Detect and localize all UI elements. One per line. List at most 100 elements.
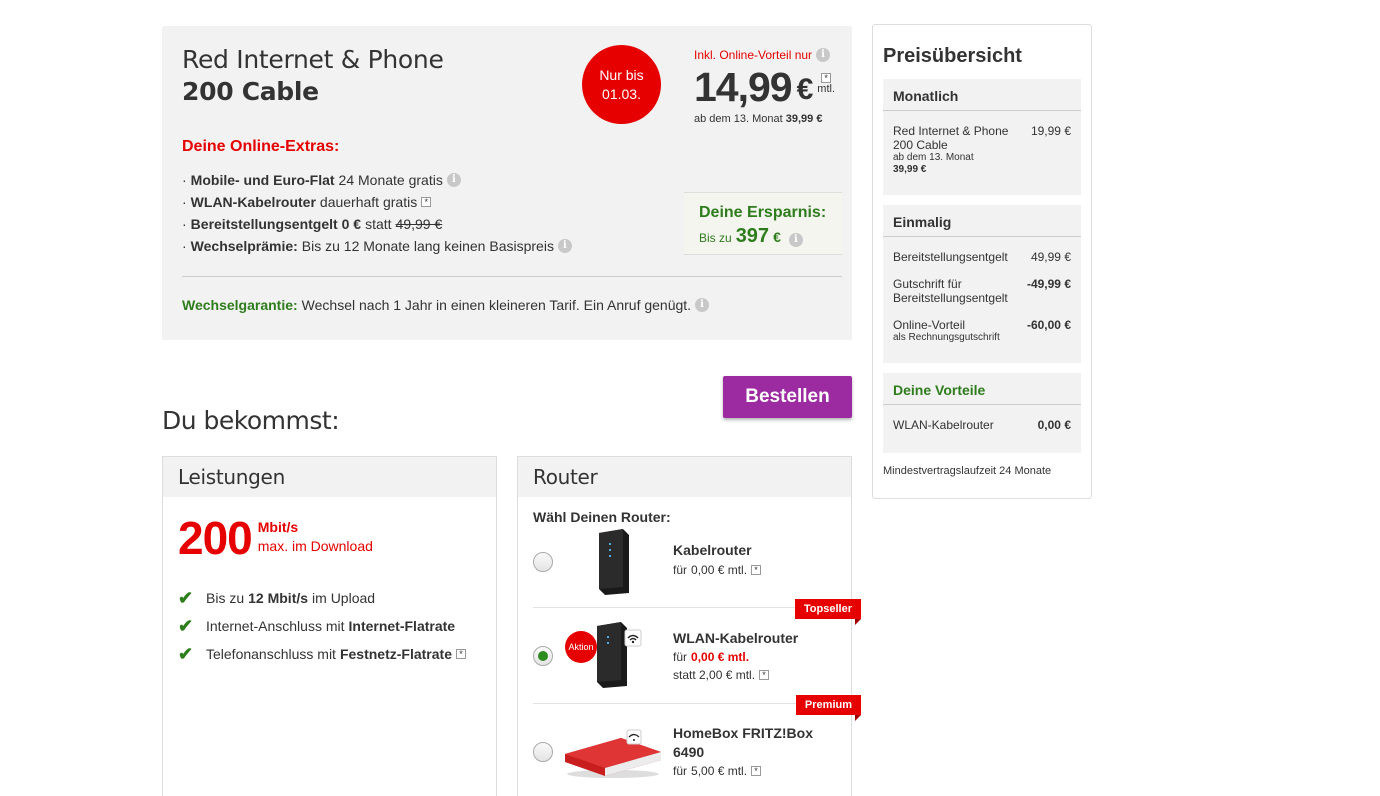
onetime-row-label: Gutschrift für Bereitstellungsentgelt	[893, 277, 1023, 305]
offer-card: Red Internet & Phone 200 Cable Nur bis 0…	[162, 26, 852, 340]
leistungen-card: Leistungen 200 Mbit/s max. im Download ✔…	[162, 456, 497, 796]
router-option-wlan-kabelrouter[interactable]: Topseller Aktion WLAN-Kabelrouter für 0,…	[533, 599, 862, 703]
router-price: für 0,00 € mtl.	[673, 648, 749, 666]
monthly-item-sub-value-text: 39,99 €	[893, 164, 927, 175]
benefits-head: Deine Vorteile	[883, 373, 1081, 405]
guarantee: Wechselgarantie: Wechsel nach 1 Jahr in …	[182, 297, 710, 313]
feature-bold: Festnetz-Flatrate	[339, 646, 452, 662]
speed-display: 200 Mbit/s max. im Download	[178, 513, 373, 563]
benefits-row-value: 0,00 €	[1037, 418, 1071, 432]
footnote-star-icon[interactable]: *	[751, 766, 762, 776]
benefits-box: Deine Vorteile WLAN-Kabelrouter 0,00 €	[883, 373, 1081, 453]
extras-bullet: ·	[182, 172, 187, 188]
monthly-item-line2: 200 Cable	[893, 138, 948, 152]
wlan-router-image	[597, 622, 642, 688]
extras-list: · Mobile- und Euro-Flat 24 Monate gratis…	[182, 169, 572, 257]
leistungen-title: Leistungen	[163, 457, 496, 497]
router-radio-selected[interactable]	[533, 646, 553, 666]
router-radio[interactable]	[533, 552, 553, 572]
router-option-kabelrouter[interactable]: Kabelrouter für 0,00 € mtl. *	[533, 527, 839, 607]
benefits-row-label: WLAN-Kabelrouter	[893, 418, 994, 432]
deadline-badge: Nur bis 01.03.	[582, 45, 661, 124]
order-button[interactable]: Bestellen	[723, 376, 852, 418]
feature-bold: 12 Mbit/s	[248, 590, 309, 606]
onetime-head: Einmalig	[883, 205, 1081, 237]
deadline-line2: 01.03.	[602, 85, 641, 102]
savings-box: Deine Ersparnis: Bis zu 397 € i	[684, 192, 842, 255]
extras-item-bold: Bereitstellungsentgelt 0 €	[190, 216, 362, 232]
online-advantage-label: Inkl. Online-Vorteil nur	[694, 48, 813, 62]
monthly-row-value: 19,99 €	[1030, 124, 1071, 138]
speed-unit: Mbit/s	[257, 519, 299, 535]
topseller-ribbon: Topseller	[794, 599, 862, 625]
speed-desc: max. im Download	[257, 538, 373, 554]
feature-bold: Internet-Flatrate	[348, 618, 456, 634]
extras-item-bold: WLAN-Kabelrouter	[190, 194, 316, 210]
monthly-item-sub-value: 39,99 €	[893, 164, 1023, 176]
onetime-row-label: Online-Vorteil als Rechnungsgutschrift	[893, 318, 1023, 344]
monthly-row-label: Red Internet & Phone 200 Cable ab dem 13…	[893, 124, 1023, 176]
monthly-row: Red Internet & Phone 200 Cable ab dem 13…	[893, 124, 1071, 176]
info-icon[interactable]: i	[695, 298, 710, 312]
extras-item: · Wechselprämie: Bis zu 12 Monate lang k…	[182, 235, 572, 257]
info-icon[interactable]: i	[788, 233, 803, 247]
onetime-row: Online-Vorteil als Rechnungsgutschrift -…	[893, 318, 1071, 348]
savings-row: Bis zu 397 € i	[699, 225, 842, 248]
info-icon[interactable]: i	[446, 173, 461, 187]
monthly-head: Monatlich	[883, 79, 1081, 111]
monthly-item-line1: Red Internet & Phone	[893, 124, 1009, 138]
onetime-row: Gutschrift für Bereitstellungsentgelt -4…	[893, 277, 1071, 307]
router-radio[interactable]	[533, 742, 553, 762]
router-price-value: 0,00 € mtl.	[691, 563, 748, 577]
feature-item: ✔ Internet-Anschluss mit Internet-Flatra…	[178, 612, 466, 640]
footnote-star-icon[interactable]: *	[759, 670, 770, 680]
router-name: Kabelrouter	[673, 542, 752, 558]
monthly-price: 14,99	[694, 64, 793, 110]
min-contract-term: Mindestvertragslaufzeit 24 Monate	[883, 465, 1052, 477]
extras-item-text: 24 Monate gratis	[338, 172, 443, 188]
extras-item: · Bereitstellungsentgelt 0 € statt 49,99…	[182, 213, 572, 235]
onetime-row-label-sub: als Rechnungsgutschrift	[893, 332, 1000, 343]
radio-selected-dot	[538, 651, 548, 661]
price-later-value: 39,99 €	[785, 113, 823, 125]
onetime-row-label-line1: Gutschrift für	[893, 277, 962, 291]
extras-item-text: Bis zu 12 Monate lang keinen Basispreis	[301, 238, 554, 254]
feature-post: im Upload	[312, 590, 376, 606]
router-price-prefix: für	[673, 764, 688, 778]
router-option-fritzbox[interactable]: Premium HomeBox FRITZ!Box 6490 für 5,00 …	[533, 695, 862, 796]
onetime-row-label-line2: Bereitstellungsentgelt	[893, 291, 1008, 305]
footnote-star-icon[interactable]: *	[421, 197, 432, 207]
feature-item: ✔ Bis zu 12 Mbit/s im Upload	[178, 584, 466, 612]
speed-value: 200	[178, 512, 253, 564]
router-card: Router Wähl Deinen Router: Kabelrouter f…	[517, 456, 862, 796]
extras-item: · WLAN-Kabelrouter dauerhaft gratis *	[182, 191, 572, 213]
router-title: Router	[518, 457, 851, 497]
savings-title: Deine Ersparnis:	[699, 204, 827, 221]
extras-item-bold: Mobile- und Euro-Flat	[190, 172, 335, 188]
router-price: für 5,00 € mtl. *	[673, 762, 762, 780]
footnote-star-icon[interactable]: *	[821, 73, 832, 83]
router-name-line2: 6490	[673, 744, 705, 760]
extras-bullet: ·	[182, 216, 187, 232]
extras-item-text: statt	[365, 216, 392, 232]
router-old-price-text: statt 2,00 € mtl.	[673, 668, 756, 682]
cable-router-image	[599, 529, 629, 595]
router-name: WLAN-Kabelrouter	[673, 630, 799, 646]
deadline-line1: Nur bis	[599, 66, 644, 83]
router-price-value: 5,00 € mtl.	[691, 764, 748, 778]
savings-currency: €	[773, 229, 781, 245]
price-row: 14,99 € * mtl.	[694, 64, 844, 110]
info-icon[interactable]: i	[816, 48, 831, 62]
info-icon[interactable]: i	[557, 239, 572, 253]
extras-heading: Deine Online-Extras:	[182, 138, 340, 155]
overview-title: Preisübersicht	[883, 45, 1022, 67]
extras-item-text: dauerhaft gratis	[319, 194, 418, 210]
speed-unit-wrap: Mbit/s max. im Download	[258, 519, 373, 556]
footnote-star-icon[interactable]: *	[751, 565, 762, 575]
router-price: für 0,00 € mtl. *	[673, 561, 762, 579]
price-meta: * mtl.	[817, 73, 835, 96]
onetime-box: Einmalig Bereitstellungsentgelt 49,99 € …	[883, 205, 1081, 363]
checkmark-icon: ✔	[178, 588, 194, 608]
footnote-star-icon[interactable]: *	[455, 649, 466, 659]
feature-pre: Bis zu	[206, 590, 245, 606]
